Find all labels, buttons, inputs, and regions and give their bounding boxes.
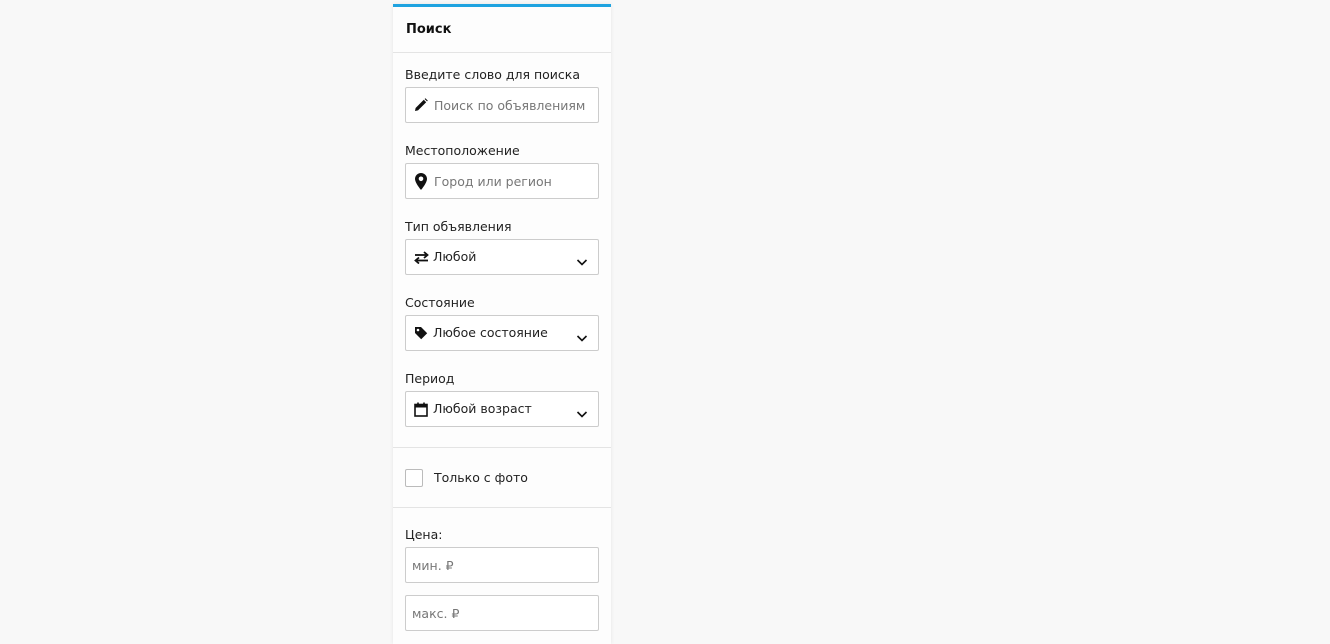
pencil-icon bbox=[413, 97, 429, 113]
tag-icon bbox=[413, 325, 429, 341]
period-select[interactable]: Любой возраст bbox=[405, 391, 599, 427]
search-label: Введите слово для поиска bbox=[405, 67, 580, 82]
panel-title: Поиск bbox=[393, 7, 611, 53]
location-label: Местоположение bbox=[405, 143, 520, 158]
calendar-icon bbox=[413, 401, 429, 417]
photo-only-checkbox[interactable] bbox=[405, 468, 423, 487]
search-panel: Поиск Введите слово для поиска Местополо… bbox=[393, 4, 611, 644]
condition-value: Любое состояние bbox=[433, 325, 548, 340]
map-pin-icon bbox=[413, 172, 429, 190]
filters-section: Введите слово для поиска Местоположение bbox=[393, 53, 611, 427]
location-field[interactable] bbox=[405, 163, 599, 199]
price-min-field[interactable] bbox=[405, 547, 599, 583]
ad-type-value: Любой bbox=[433, 249, 477, 264]
photo-only-row[interactable]: Только с фото bbox=[393, 448, 611, 507]
chevron-down-icon bbox=[576, 404, 588, 418]
ad-type-label: Тип объявления bbox=[405, 219, 512, 234]
search-field[interactable] bbox=[405, 87, 599, 123]
price-label: Цена: bbox=[405, 527, 443, 542]
price-min-input[interactable] bbox=[406, 548, 598, 582]
price-max-input[interactable] bbox=[406, 596, 598, 630]
condition-label: Состояние bbox=[405, 295, 475, 310]
chevron-down-icon bbox=[576, 252, 588, 266]
location-input[interactable] bbox=[406, 164, 598, 198]
price-section: Цена: bbox=[393, 508, 611, 631]
chevron-down-icon bbox=[576, 328, 588, 342]
ad-type-select[interactable]: Любой bbox=[405, 239, 599, 275]
swap-arrows-icon bbox=[413, 249, 429, 265]
period-label: Период bbox=[405, 371, 455, 386]
photo-only-label: Только с фото bbox=[434, 470, 528, 485]
period-value: Любой возраст bbox=[433, 401, 532, 416]
condition-select[interactable]: Любое состояние bbox=[405, 315, 599, 351]
search-input[interactable] bbox=[406, 88, 598, 122]
price-max-field[interactable] bbox=[405, 595, 599, 631]
